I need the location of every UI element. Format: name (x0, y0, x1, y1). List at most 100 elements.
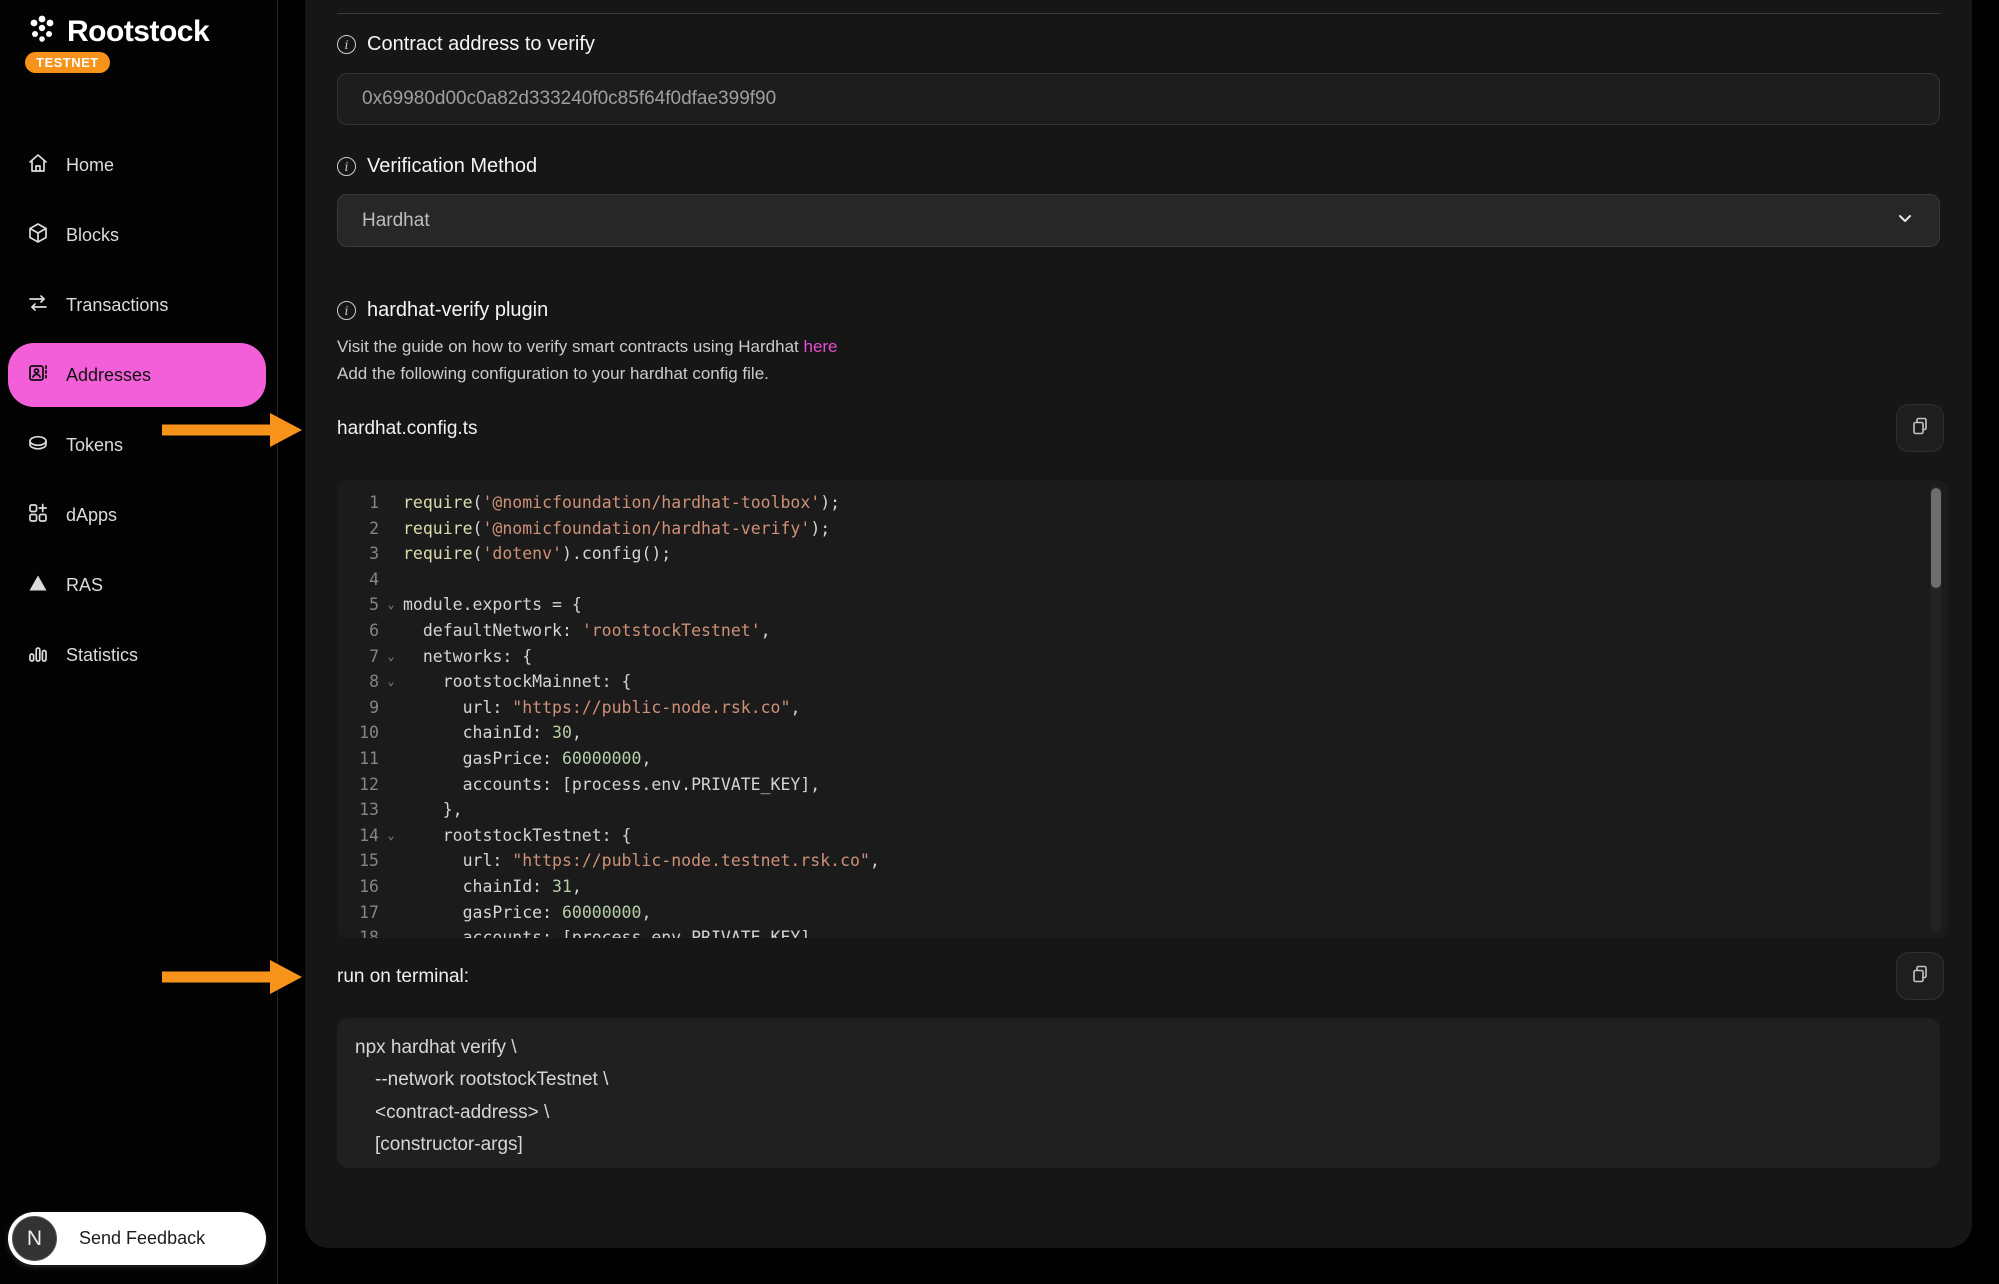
code-editor[interactable]: 1require('@nomicfoundation/hardhat-toolb… (337, 480, 1948, 938)
top-divider (337, 13, 1940, 14)
contract-address-label: Contract address to verify (367, 33, 595, 56)
code-line: 3require('dotenv').config(); (337, 541, 1924, 567)
sidebar-item-label: RAS (66, 575, 103, 596)
brand-logo[interactable]: Rootstock (25, 12, 209, 51)
verify-contract-panel: i Contract address to verify i Verificat… (305, 0, 1972, 1248)
fold-spacer (379, 618, 403, 644)
plugin-guide-line2: Add the following configuration to your … (337, 364, 769, 384)
sidebar: Rootstock TESTNET Home Blocks (0, 0, 277, 1284)
tokens-icon (26, 431, 50, 460)
rootstock-flower-icon (25, 12, 59, 51)
code-line: 2require('@nomicfoundation/hardhat-verif… (337, 516, 1924, 542)
code-line: 7⌄ networks: { (337, 644, 1924, 670)
code-line: 10 chainId: 30, (337, 720, 1924, 746)
sidebar-item-dapps[interactable]: dApps (8, 492, 266, 538)
terminal-line: <contract-address> \ (355, 1097, 1940, 1129)
sidebar-item-label: Tokens (66, 435, 123, 456)
plugin-title: hardhat-verify plugin (367, 299, 548, 322)
sidebar-item-home[interactable]: Home (8, 142, 266, 188)
code-line: 8⌄ rootstockMainnet: { (337, 669, 1924, 695)
plugin-guide-line1: Visit the guide on how to verify smart c… (337, 337, 838, 357)
fold-chevron-icon[interactable]: ⌄ (379, 644, 403, 670)
sidebar-item-label: Home (66, 155, 114, 176)
copy-icon (1909, 415, 1931, 442)
verification-method-label-row: i Verification Method (337, 155, 537, 178)
home-icon (26, 151, 50, 180)
code-lines: 1require('@nomicfoundation/hardhat-toolb… (337, 490, 1924, 938)
fold-spacer (379, 720, 403, 746)
sidebar-item-label: Statistics (66, 645, 138, 666)
code-line: 15 url: "https://public-node.testnet.rsk… (337, 848, 1924, 874)
statistics-icon (26, 641, 50, 670)
send-feedback-label: Send Feedback (79, 1228, 205, 1249)
code-line: 12 accounts: [process.env.PRIVATE_KEY], (337, 772, 1924, 798)
fold-chevron-icon[interactable]: ⌄ (379, 823, 403, 849)
code-line: 16 chainId: 31, (337, 874, 1924, 900)
annotation-arrow-terminal (162, 955, 302, 999)
copy-terminal-button[interactable] (1896, 952, 1944, 1000)
code-line: 11 gasPrice: 60000000, (337, 746, 1924, 772)
info-icon[interactable]: i (337, 157, 356, 176)
terminal-command-block[interactable]: npx hardhat verify \ --network rootstock… (337, 1018, 1940, 1168)
addresses-icon (26, 361, 50, 390)
plugin-guide-text: Visit the guide on how to verify smart c… (337, 337, 799, 356)
verification-method-select[interactable]: Hardhat (337, 194, 1940, 247)
fold-spacer (379, 541, 403, 567)
fold-spacer (379, 746, 403, 772)
sidebar-item-label: dApps (66, 505, 117, 526)
contract-address-input[interactable] (337, 73, 1940, 125)
fold-chevron-icon[interactable]: ⌄ (379, 669, 403, 695)
plugin-title-row: i hardhat-verify plugin (337, 299, 548, 322)
fold-spacer (379, 925, 403, 938)
fold-spacer (379, 848, 403, 874)
sidebar-item-label: Transactions (66, 295, 168, 316)
dapps-icon (26, 501, 50, 530)
code-line: 5⌄module.exports = { (337, 592, 1924, 618)
sidebar-item-ras[interactable]: RAS (8, 562, 266, 608)
info-icon[interactable]: i (337, 301, 356, 320)
info-icon[interactable]: i (337, 35, 356, 54)
fold-spacer (379, 695, 403, 721)
code-line: 1require('@nomicfoundation/hardhat-toolb… (337, 490, 1924, 516)
terminal-heading: run on terminal: (337, 966, 469, 988)
fold-chevron-icon[interactable]: ⌄ (379, 592, 403, 618)
fold-spacer (379, 490, 403, 516)
fold-spacer (379, 900, 403, 926)
sidebar-item-transactions[interactable]: Transactions (8, 282, 266, 328)
code-line: 9 url: "https://public-node.rsk.co", (337, 695, 1924, 721)
sidebar-item-addresses[interactable]: Addresses (8, 343, 266, 407)
chevron-down-icon (1895, 208, 1915, 234)
testnet-badge: TESTNET (25, 52, 110, 73)
guide-here-link[interactable]: here (803, 337, 837, 356)
fold-spacer (379, 772, 403, 798)
code-line: 4 (337, 567, 1924, 593)
blocks-icon (26, 221, 50, 250)
fold-spacer (379, 567, 403, 593)
code-line: 17 gasPrice: 60000000, (337, 900, 1924, 926)
copy-config-button[interactable] (1896, 404, 1944, 452)
code-line: 18 accounts: [process.env.PRIVATE_KEY], (337, 925, 1924, 938)
code-line: 6 defaultNetwork: 'rootstockTestnet', (337, 618, 1924, 644)
config-file-heading: hardhat.config.ts (337, 418, 477, 440)
fold-spacer (379, 516, 403, 542)
sidebar-item-label: Addresses (66, 365, 151, 386)
send-feedback-button[interactable]: N Send Feedback (8, 1212, 266, 1265)
ras-icon (26, 571, 50, 600)
code-line: 14⌄ rootstockTestnet: { (337, 823, 1924, 849)
terminal-line: --network rootstockTestnet \ (355, 1064, 1940, 1096)
annotation-arrow-config (162, 408, 302, 452)
terminal-line: [constructor-args] (355, 1129, 1940, 1161)
code-line: 13 }, (337, 797, 1924, 823)
code-scrollbar-thumb[interactable] (1931, 488, 1941, 588)
nextjs-dev-icon[interactable]: N (12, 1216, 57, 1261)
verification-method-label: Verification Method (367, 155, 537, 178)
sidebar-item-blocks[interactable]: Blocks (8, 212, 266, 258)
verification-method-value: Hardhat (362, 210, 430, 232)
fold-spacer (379, 797, 403, 823)
sidebar-divider (277, 0, 278, 1284)
sidebar-item-statistics[interactable]: Statistics (8, 632, 266, 678)
copy-icon (1909, 963, 1931, 990)
terminal-line: npx hardhat verify \ (355, 1032, 1940, 1064)
sidebar-item-label: Blocks (66, 225, 119, 246)
fold-spacer (379, 874, 403, 900)
